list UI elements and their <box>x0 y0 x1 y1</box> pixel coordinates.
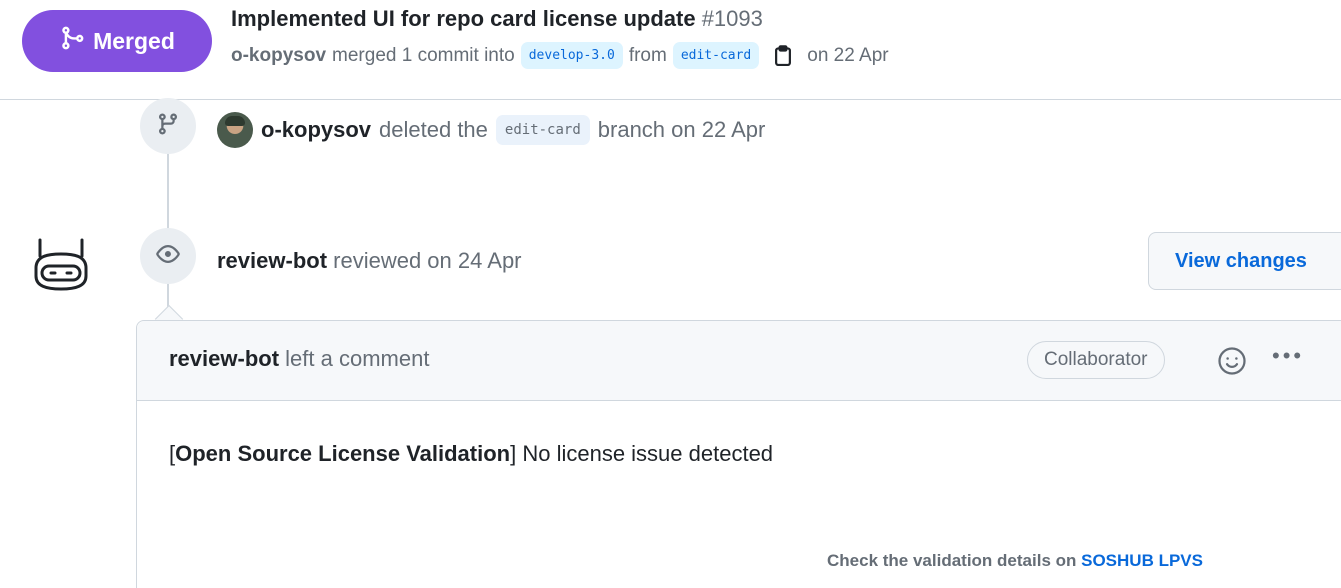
smiley-icon[interactable] <box>1217 346 1247 376</box>
deleted-branch-name: edit-card <box>495 115 590 145</box>
pr-header: Merged Implemented UI for repo card lice… <box>0 0 1341 100</box>
merged-label: Merged <box>93 27 175 54</box>
event-text-after: branch on 22 Apr <box>597 117 766 142</box>
review-event-badge <box>140 228 196 284</box>
branch-deleted-event: o-kopysov deleted the edit-card branch o… <box>217 110 765 150</box>
kebab-icon[interactable]: ••• <box>1272 343 1304 369</box>
event-text: deleted the <box>379 117 488 142</box>
pr-number: #1093 <box>701 6 763 31</box>
view-changes-button[interactable]: View changes <box>1148 232 1341 290</box>
pr-author-link[interactable]: o-kopysov <box>231 45 326 67</box>
pr-title-text: Implemented UI for repo card license upd… <box>231 6 696 31</box>
comment-action: left a comment <box>285 346 430 371</box>
git-branch-icon <box>156 112 180 141</box>
git-merge-icon <box>59 25 85 57</box>
comment-footer: Check the validation details on SOSHUB L… <box>827 551 1203 571</box>
comment-author: review-bot left a comment <box>169 346 429 372</box>
event-actor-link[interactable]: o-kopysov <box>261 117 371 143</box>
from-text: from <box>628 44 667 66</box>
footer-text: Check the validation details on <box>827 551 1077 570</box>
body-bold: Open Source License Validation <box>175 441 511 466</box>
review-event: review-bot reviewed on 24 Apr <box>217 248 522 274</box>
head-branch-link[interactable]: edit-card <box>672 42 760 69</box>
collaborator-badge: Collaborator <box>1027 341 1165 379</box>
branch-event-badge <box>140 98 196 154</box>
pr-meta: o-kopysov merged 1 commit into develop-3… <box>231 42 889 69</box>
soshub-link[interactable]: SOSHUB LPVS <box>1081 551 1203 570</box>
eye-icon <box>156 242 180 271</box>
copy-icon[interactable] <box>771 43 795 69</box>
merge-text: merged 1 commit into <box>332 44 515 66</box>
avatar[interactable] <box>217 112 253 148</box>
body-rest: ] No license issue detected <box>510 441 774 466</box>
review-comment: review-bot left a comment Collaborator •… <box>136 320 1341 588</box>
bot-avatar-icon[interactable] <box>30 234 92 296</box>
reviewer-link[interactable]: review-bot <box>217 248 327 273</box>
base-branch-link[interactable]: develop-3.0 <box>520 42 623 69</box>
review-event-text: reviewed on 24 Apr <box>333 248 522 273</box>
comment-author-link[interactable]: review-bot <box>169 346 279 371</box>
comment-body: [Open Source License Validation] No lice… <box>169 441 773 467</box>
comment-header: review-bot left a comment Collaborator •… <box>137 321 1341 401</box>
pr-title: Implemented UI for repo card license upd… <box>231 6 763 32</box>
merged-state-badge: Merged <box>22 10 212 72</box>
merge-date: on 22 Apr <box>807 44 889 66</box>
